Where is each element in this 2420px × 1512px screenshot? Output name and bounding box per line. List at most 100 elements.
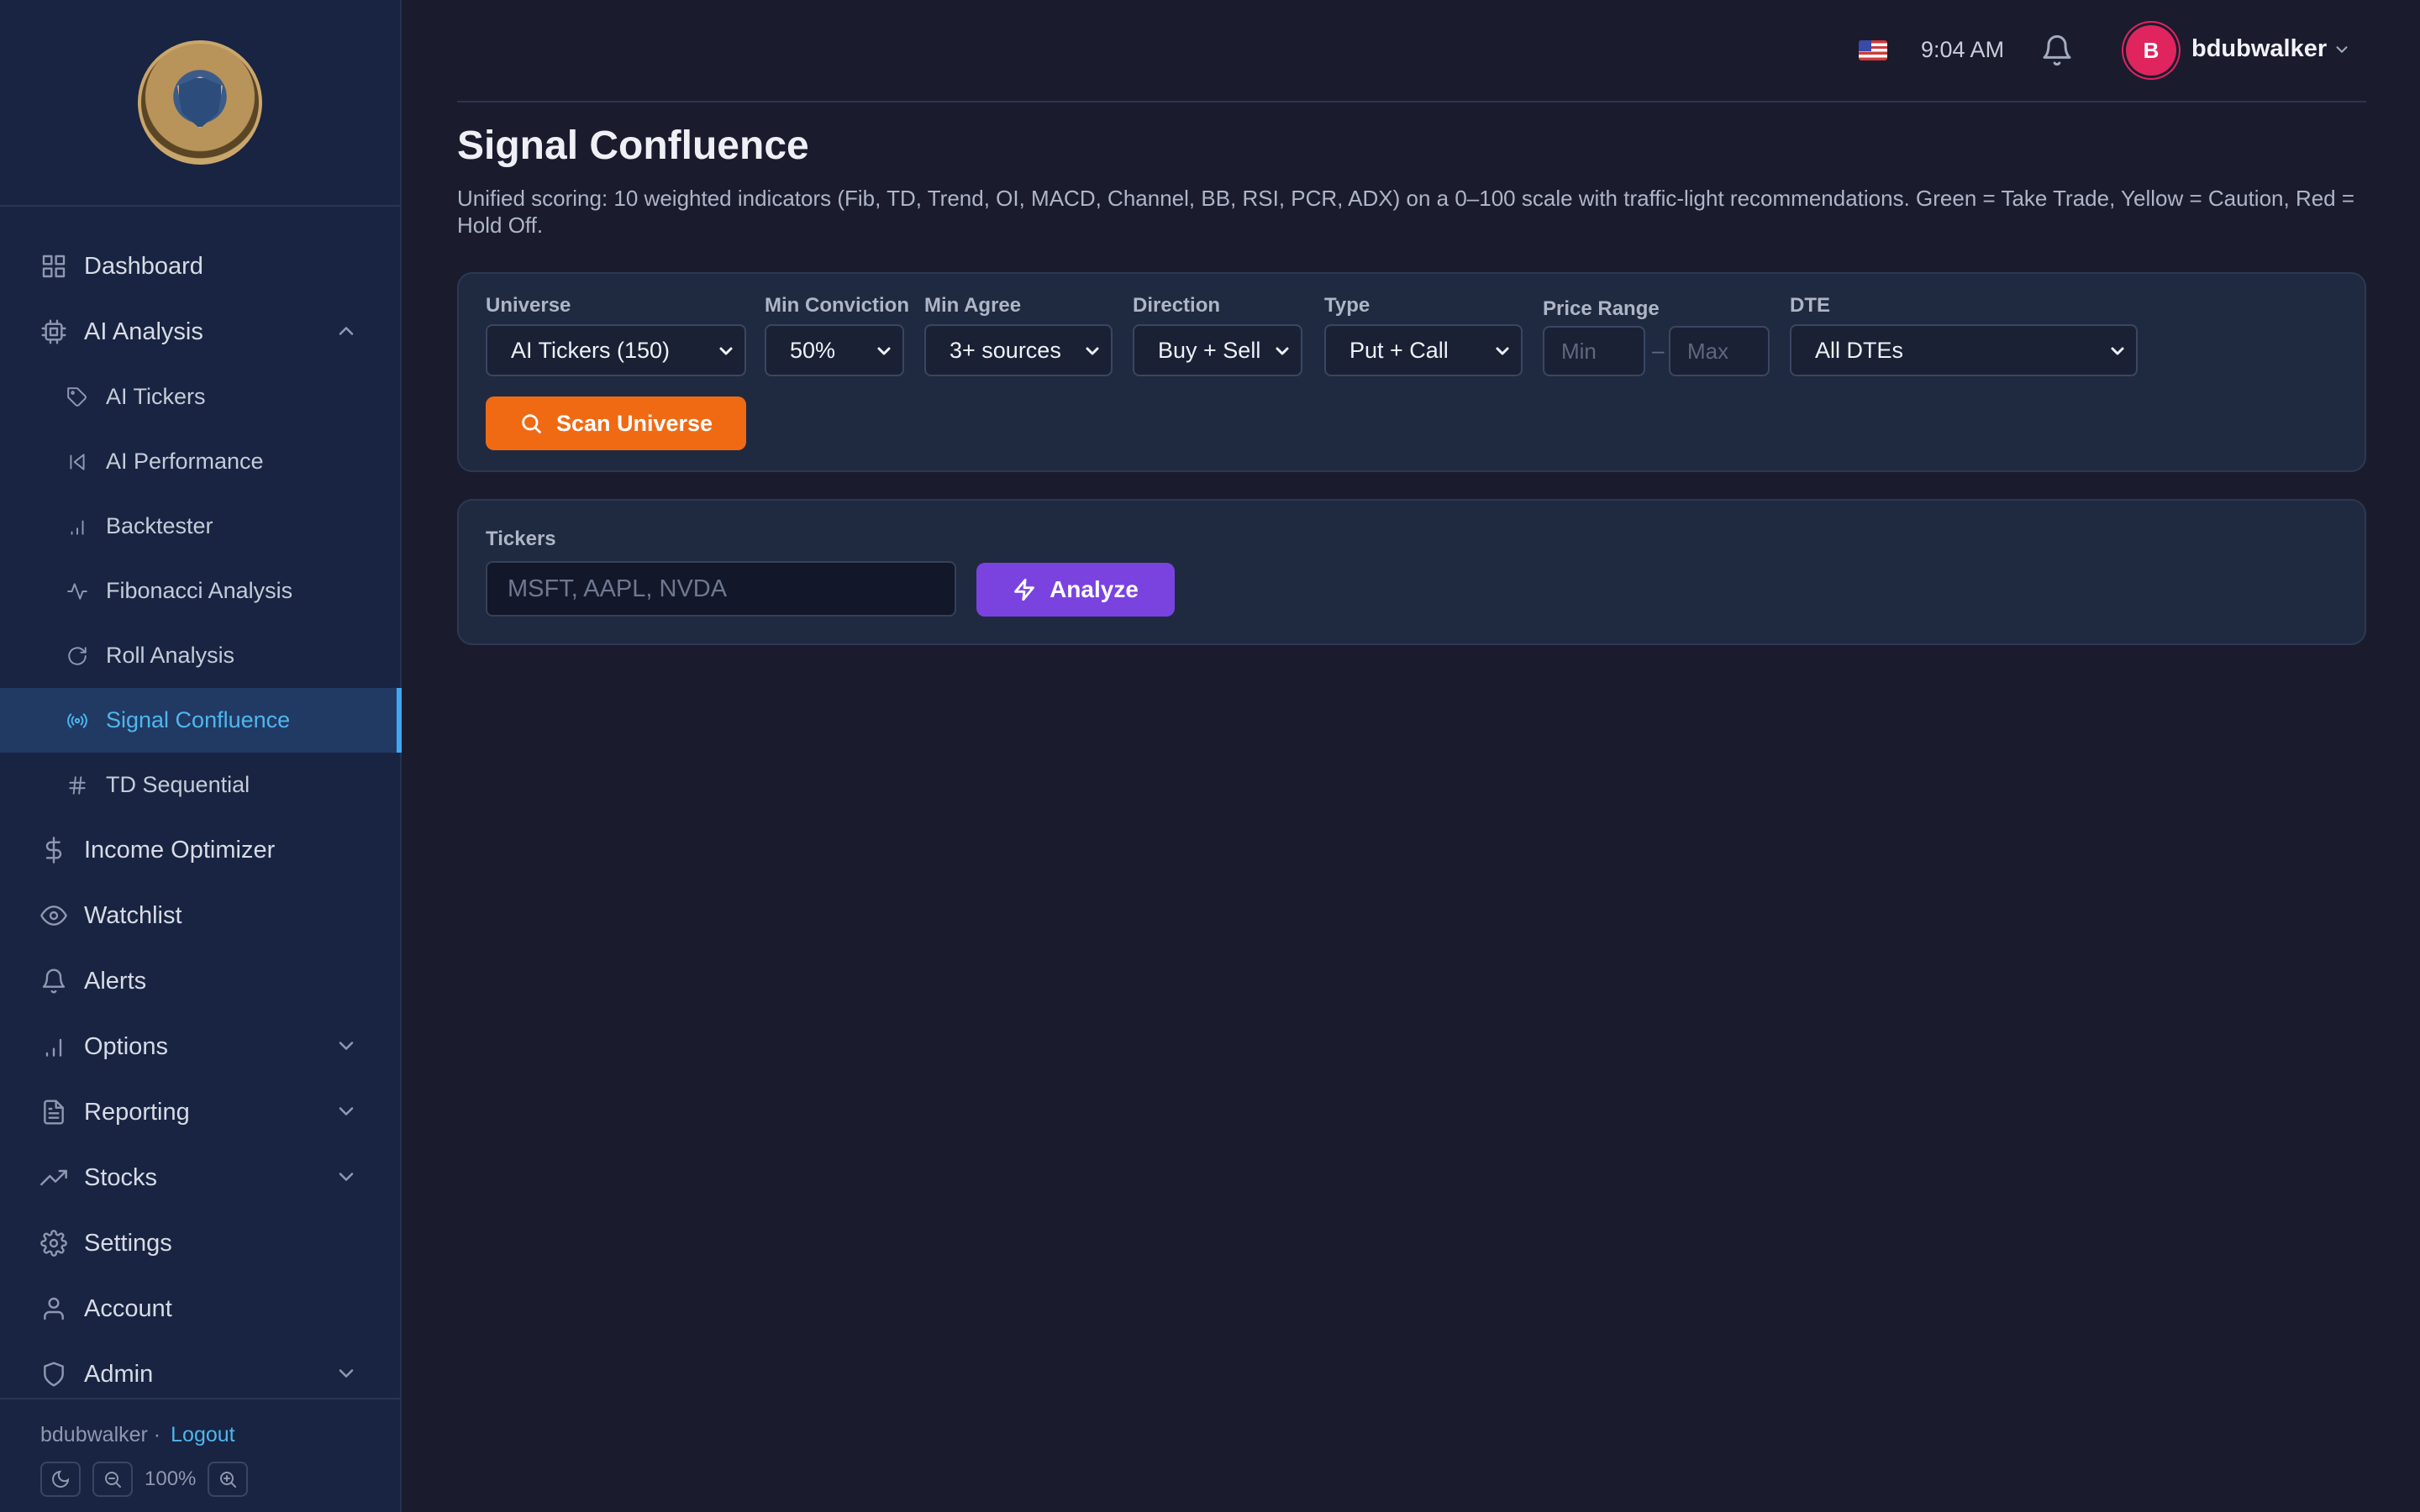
sidebar-subitem-label: Fibonacci Analysis (106, 578, 293, 603)
direction-select[interactable]: Buy + Sell (1133, 324, 1302, 376)
zoom-in-icon (220, 1472, 237, 1488)
scan-filters-card: Universe AI Tickers (150) Min Conviction… (457, 272, 2366, 472)
zoom-in-button[interactable] (208, 1462, 249, 1497)
sidebar-item-stocks[interactable]: Stocks (0, 1145, 400, 1210)
activity-icon (66, 580, 89, 603)
dte-select[interactable]: All DTEs (1790, 324, 2138, 376)
user-icon (40, 1295, 67, 1322)
price-max-placeholder: Max (1687, 338, 1729, 364)
sidebar-item-settings[interactable]: Settings (0, 1210, 400, 1276)
sidebar-item-reporting[interactable]: Reporting (0, 1079, 400, 1145)
chevron-down-icon (1492, 341, 1512, 361)
sidebar-subitem-td-sequential[interactable]: TD Sequential (0, 753, 400, 817)
price-min-input[interactable]: Min (1543, 326, 1645, 376)
sidebar-item-options[interactable]: Options (0, 1014, 400, 1079)
chevron-down-icon (2107, 341, 2128, 361)
chevron-down-icon (874, 341, 894, 361)
logout-link[interactable]: Logout (171, 1423, 234, 1447)
min-agree-label: Min Agree (924, 294, 1022, 317)
price-max-input[interactable]: Max (1669, 326, 1770, 376)
bell-icon (40, 968, 67, 995)
lightning-icon (1014, 578, 1034, 601)
scan-universe-button[interactable]: Scan Universe (486, 396, 746, 450)
footer-username: bdubwalker · (40, 1422, 161, 1446)
page-description: Unified scoring: 10 weighted indicators … (457, 186, 2355, 238)
price-min-placeholder: Min (1561, 338, 1597, 364)
sidebar-item-dashboard[interactable]: Dashboard (0, 234, 400, 299)
tickers-label: Tickers (486, 528, 556, 550)
shield-icon (40, 1361, 67, 1388)
tickers-placeholder: MSFT, AAPL, NVDA (508, 575, 728, 602)
sidebar-subitem-label: TD Sequential (106, 772, 250, 797)
sidebar-nav: Dashboard AI Analysis AI Tickers AI Perf… (0, 234, 402, 1407)
cpu-icon (40, 318, 67, 345)
tag-icon (66, 386, 89, 409)
sidebar-item-alerts[interactable]: Alerts (0, 948, 400, 1014)
grid-icon (40, 253, 67, 280)
price-range-separator: – (1652, 338, 1665, 363)
skip-back-icon (66, 450, 89, 474)
sidebar-item-income-optimizer[interactable]: Income Optimizer (0, 817, 400, 883)
dte-label: DTE (1790, 294, 1830, 317)
type-value: Put + Call (1349, 337, 1449, 363)
dte-value: All DTEs (1815, 337, 1904, 363)
sidebar-footer: bdubwalker · Logout 100% (0, 1398, 400, 1512)
notifications-bell-icon[interactable] (2040, 34, 2074, 67)
eye-icon (40, 902, 67, 929)
sidebar-item-label: Dashboard (84, 252, 203, 280)
bar-chart-icon (40, 1033, 67, 1060)
direction-label: Direction (1133, 294, 1221, 317)
sidebar-subitem-label: Roll Analysis (106, 643, 235, 668)
chevron-down-icon[interactable] (334, 1034, 358, 1058)
zoom-level: 100% (145, 1467, 197, 1490)
user-menu-name[interactable]: bdubwalker (2191, 35, 2327, 63)
us-flag-icon[interactable] (1859, 40, 1887, 60)
price-range-label: Price Range (1543, 297, 1660, 320)
chevron-down-icon[interactable] (2333, 40, 2351, 59)
chevron-up-icon[interactable] (334, 319, 358, 343)
direction-value: Buy + Sell (1158, 337, 1261, 363)
sidebar-subitem-roll-analysis[interactable]: Roll Analysis (0, 623, 400, 688)
radio-icon (66, 709, 89, 732)
tickers-card: Tickers MSFT, AAPL, NVDA Analyze (457, 499, 2366, 645)
sidebar-subitem-label: Backtester (106, 513, 213, 538)
gear-icon (40, 1230, 67, 1257)
min-agree-value: 3+ sources (950, 337, 1061, 363)
sidebar-item-watchlist[interactable]: Watchlist (0, 883, 400, 948)
sidebar-item-label: Watchlist (84, 901, 182, 929)
zoom-out-icon (105, 1472, 121, 1488)
clock: 9:04 AM (1921, 37, 2005, 62)
sidebar-subitem-ai-tickers[interactable]: AI Tickers (0, 365, 400, 429)
chevron-down-icon[interactable] (334, 1100, 358, 1123)
sidebar-subitem-ai-performance[interactable]: AI Performance (0, 429, 400, 494)
avatar[interactable]: B (2126, 25, 2176, 76)
sidebar-item-label: Options (84, 1032, 168, 1060)
min-agree-select[interactable]: 3+ sources (924, 324, 1113, 376)
min-conviction-select[interactable]: 50% (765, 324, 904, 376)
analyze-label: Analyze (1050, 576, 1139, 602)
rotate-icon (66, 644, 89, 668)
type-select[interactable]: Put + Call (1324, 324, 1523, 376)
logo-area (0, 0, 400, 207)
min-conviction-value: 50% (790, 337, 836, 363)
sidebar-subitem-signal-confluence[interactable]: Signal Confluence (0, 688, 402, 753)
zoom-out-button[interactable] (92, 1462, 133, 1497)
sidebar-subitem-backtester[interactable]: Backtester (0, 494, 400, 559)
search-icon (522, 414, 541, 433)
theme-toggle-button[interactable] (40, 1462, 81, 1497)
scan-universe-label: Scan Universe (555, 410, 713, 436)
analyze-button[interactable]: Analyze (976, 563, 1175, 617)
sidebar-item-account[interactable]: Account (0, 1276, 400, 1341)
sidebar-subitem-fibonacci-analysis[interactable]: Fibonacci Analysis (0, 559, 400, 623)
sidebar-subitem-label: Signal Confluence (106, 707, 291, 732)
sidebar-item-ai-analysis[interactable]: AI Analysis (0, 299, 400, 365)
universe-select[interactable]: AI Tickers (150) (486, 324, 746, 376)
options-analytics-logo[interactable] (138, 40, 262, 165)
chevron-down-icon[interactable] (334, 1165, 358, 1189)
sidebar-item-label: Alerts (84, 967, 147, 995)
sidebar-item-label: Stocks (84, 1163, 158, 1191)
logo-shield-icon (177, 76, 223, 129)
chevron-down-icon[interactable] (334, 1362, 358, 1385)
tickers-input[interactable]: MSFT, AAPL, NVDA (486, 561, 956, 617)
universe-label: Universe (486, 294, 571, 317)
